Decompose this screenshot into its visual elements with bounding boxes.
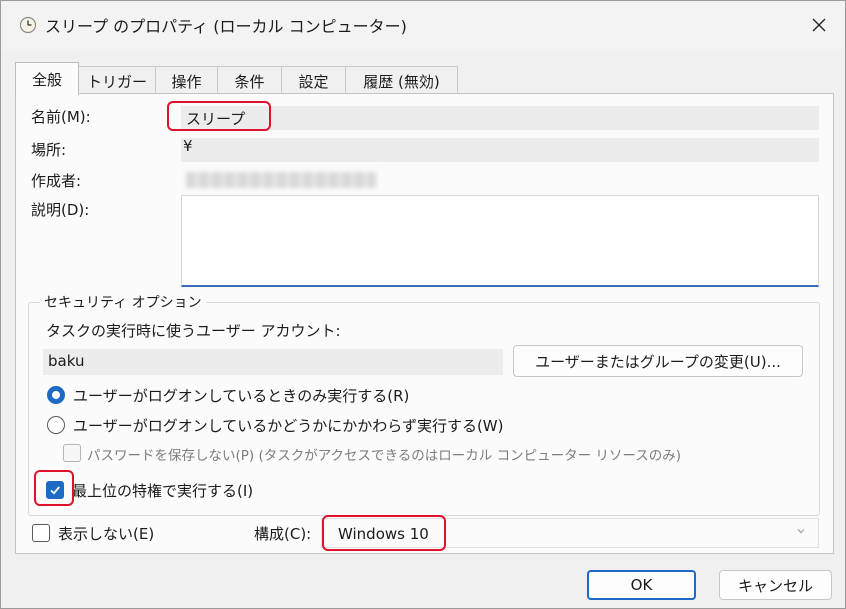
security-options-title: セキュリティ オプション (40, 292, 206, 312)
author-value-blurred (186, 172, 376, 188)
radio-whether-logged-on[interactable] (47, 416, 65, 434)
window-title: スリープ のプロパティ (ローカル コンピューター) (45, 17, 407, 36)
change-user-button[interactable]: ユーザーまたはグループの変更(U)... (513, 345, 803, 377)
radio-logged-on-only-label: ユーザーがログオンしているときのみ実行する(R) (73, 387, 410, 405)
account-label: タスクの実行時に使うユーザー アカウント: (46, 322, 341, 340)
name-value: スリープ (186, 110, 246, 128)
name-label: 名前(M): (31, 108, 91, 126)
cancel-button[interactable]: キャンセル (719, 570, 832, 600)
clock-icon (19, 16, 37, 34)
checkbox-highest-privileges[interactable] (46, 481, 64, 499)
tab-conditions[interactable]: 条件 (217, 66, 282, 94)
location-field (181, 138, 819, 162)
tab-general[interactable]: 全般 (15, 62, 79, 95)
location-value: ¥ (183, 137, 193, 155)
location-label: 場所: (31, 141, 67, 159)
close-button[interactable] (801, 9, 837, 41)
tab-settings[interactable]: 設定 (281, 66, 346, 94)
radio-whether-logged-on-label: ユーザーがログオンしているかどうかにかかわらず実行する(W) (73, 417, 504, 435)
tab-history[interactable]: 履歴 (無効) (345, 66, 458, 94)
properties-dialog: スリープ のプロパティ (ローカル コンピューター) 全般 トリガー 操作 条件… (0, 0, 846, 609)
description-label: 説明(D): (31, 201, 90, 219)
general-panel: 名前(M): スリープ 場所: ¥ 作成者: 説明(D): セキュリティ オプシ… (15, 93, 834, 554)
title-bar: スリープ のプロパティ (ローカル コンピューター) (1, 1, 845, 49)
checkbox-hidden[interactable] (32, 524, 50, 542)
description-input[interactable] (181, 195, 819, 287)
close-icon (812, 18, 826, 32)
tab-actions[interactable]: 操作 (155, 66, 218, 94)
name-field[interactable] (181, 106, 819, 130)
no-store-password-label: パスワードを保存しない(P) (タスクがアクセスできるのはローカル コンピュータ… (87, 448, 681, 464)
configure-value: Windows 10 (338, 525, 429, 543)
highest-privileges-label: 最上位の特権で実行する(I) (72, 482, 254, 500)
checkmark-icon (50, 486, 60, 495)
radio-logged-on-only[interactable] (47, 386, 65, 404)
hidden-label: 表示しない(E) (58, 525, 155, 543)
account-value: baku (48, 352, 85, 370)
chevron-down-icon (797, 529, 805, 534)
configure-label: 構成(C): (254, 525, 312, 543)
checkbox-no-store-password[interactable] (63, 444, 81, 462)
author-label: 作成者: (31, 172, 82, 190)
tab-triggers[interactable]: トリガー (78, 66, 156, 94)
account-field (43, 349, 503, 375)
ok-button[interactable]: OK (587, 570, 696, 600)
